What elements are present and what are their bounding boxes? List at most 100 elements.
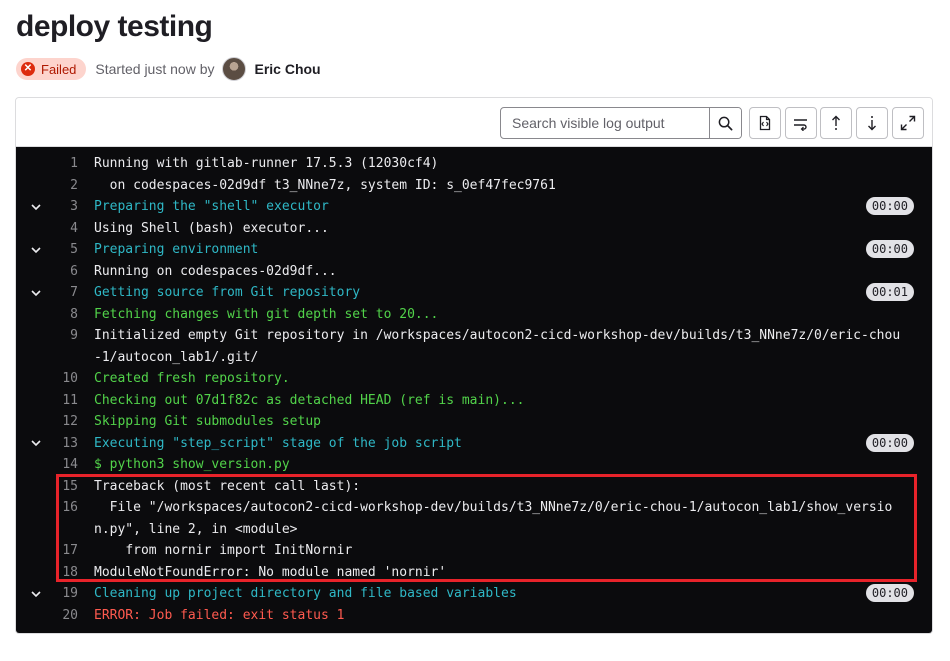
show-raw-button[interactable] (749, 107, 781, 139)
line-number[interactable]: 7 (56, 282, 78, 304)
log-line-text: from nornir import InitNornir (94, 543, 353, 558)
log-line-text: Skipping Git submodules setup (94, 414, 321, 429)
log-gutter (16, 325, 56, 347)
scroll-top-icon (832, 115, 840, 130)
log-gutter (16, 411, 56, 433)
section-duration-badge: 00:00 (865, 197, 914, 215)
search-icon (718, 116, 733, 130)
log-line-text: Running on codespaces-02d9df... (94, 263, 337, 279)
page-title: deploy testing (16, 10, 213, 43)
scroll-to-bottom-button[interactable] (856, 107, 888, 139)
section-header-text: Preparing the "shell" executor (94, 199, 329, 214)
line-number[interactable]: 8 (56, 304, 78, 326)
chevron-down-icon (31, 591, 41, 597)
status-badge[interactable]: ✕ Failed (16, 58, 87, 80)
section-toggle-button[interactable] (16, 196, 56, 218)
job-log: 1 Running with gitlab-runner 17.5.3 (1203… (16, 147, 932, 633)
log-gutter (16, 562, 56, 584)
log-line[interactable]: 13 Executing "step_script" stage of the j… (16, 433, 932, 455)
log-gutter (16, 153, 56, 175)
log-line: 12 Skipping Git submodules setup (16, 411, 932, 433)
log-line-text: $ python3 show_version.py (94, 457, 290, 472)
chevron-down-icon (31, 247, 41, 253)
log-line-text: File "/workspaces/autocon2-cicd-workshop… (94, 500, 893, 537)
log-line-text: Running with gitlab-runner 17.5.3 (12030… (94, 156, 439, 171)
avatar[interactable] (222, 57, 247, 81)
line-number[interactable]: 10 (56, 368, 78, 390)
log-gutter (16, 175, 56, 197)
log-line: 17 from nornir import InitNornir (16, 540, 932, 562)
search-button[interactable] (709, 108, 741, 138)
chevron-down-icon (31, 290, 41, 296)
line-number[interactable]: 13 (56, 433, 78, 455)
section-duration-badge: 00:00 (865, 240, 914, 258)
section-toggle-button[interactable] (16, 583, 56, 605)
log-line-text: Traceback (most recent call last): (94, 478, 361, 494)
line-number[interactable]: 12 (56, 411, 78, 433)
log-line-text: Initialized empty Git repository in /wor… (94, 328, 901, 365)
section-header-text: Preparing environment (94, 242, 259, 257)
log-line: 11 Checking out 07d1f82c as detached HEAD… (16, 390, 932, 412)
fullscreen-button[interactable] (892, 107, 924, 139)
log-gutter (16, 261, 56, 283)
log-line: 4 Using Shell (bash) executor... (16, 218, 932, 240)
line-number[interactable]: 9 (56, 325, 78, 368)
log-line: 1 Running with gitlab-runner 17.5.3 (1203… (16, 153, 932, 175)
log-line[interactable]: 19 Cleaning up project directory and file… (16, 583, 932, 605)
section-toggle-button[interactable] (16, 239, 56, 261)
line-number[interactable]: 15 (56, 476, 78, 498)
log-gutter (16, 368, 56, 390)
log-line[interactable]: 5 Preparing environment 00:00 (16, 239, 932, 261)
log-line: 18 ModuleNotFoundError: No module named '… (16, 562, 932, 584)
log-line-text: Checking out 07d1f82c as detached HEAD (… (94, 392, 525, 408)
log-line: 20 ERROR: Job failed: exit status 1 (16, 605, 932, 627)
log-line: 16 File "/workspaces/autocon2-cicd-works… (16, 497, 932, 540)
section-header-text: Executing "step_script" stage of the job… (94, 435, 462, 451)
line-number[interactable]: 17 (56, 540, 78, 562)
author-name[interactable]: Eric Chou (254, 61, 320, 77)
log-line-text: ModuleNotFoundError: No module named 'no… (94, 564, 447, 580)
section-toggle-button[interactable] (16, 433, 56, 455)
log-line: 15 Traceback (most recent call last): (16, 476, 932, 498)
log-gutter (16, 390, 56, 412)
line-number[interactable]: 20 (56, 605, 78, 627)
line-number[interactable]: 1 (56, 153, 78, 175)
log-line[interactable]: 7 Getting source from Git repository 00:01 (16, 282, 932, 304)
log-gutter (16, 476, 56, 498)
line-number[interactable]: 14 (56, 454, 78, 476)
line-number[interactable]: 2 (56, 175, 78, 197)
started-text: Started just now by (95, 61, 215, 77)
chevron-down-icon (31, 204, 41, 210)
log-search (500, 107, 742, 139)
log-line: 10 Created fresh repository. (16, 368, 932, 390)
raw-file-icon (759, 115, 771, 131)
line-number[interactable]: 4 (56, 218, 78, 240)
line-number[interactable]: 5 (56, 239, 78, 261)
scroll-to-top-button[interactable] (820, 107, 852, 139)
status-badge-label: Failed (41, 61, 77, 77)
log-line-text: Created fresh repository. (94, 371, 290, 386)
log-gutter (16, 540, 56, 562)
section-duration-badge: 00:00 (865, 584, 914, 602)
section-header-text: Getting source from Git repository (94, 285, 361, 300)
search-input[interactable] (501, 108, 709, 138)
line-number[interactable]: 6 (56, 261, 78, 283)
log-gutter (16, 304, 56, 326)
line-number[interactable]: 11 (56, 390, 78, 412)
log-line-text: Using Shell (bash) executor... (94, 220, 329, 236)
wrap-lines-button[interactable] (785, 107, 817, 139)
line-number[interactable]: 18 (56, 562, 78, 584)
log-line-text: on codespaces-02d9df t3_NNne7z, system I… (94, 177, 556, 193)
log-line: 14 $ python3 show_version.py (16, 454, 932, 476)
log-line[interactable]: 3 Preparing the "shell" executor 00:00 (16, 196, 932, 218)
log-line: 2 on codespaces-02d9df t3_NNne7z, system… (16, 175, 932, 197)
log-line-text: ERROR: Job failed: exit status 1 (94, 607, 345, 623)
log-line: 6 Running on codespaces-02d9df... (16, 261, 932, 283)
section-toggle-button[interactable] (16, 282, 56, 304)
line-number[interactable]: 19 (56, 583, 78, 605)
wrap-lines-icon (794, 119, 807, 131)
log-line: 8 Fetching changes with git depth set to … (16, 304, 932, 326)
failed-icon: ✕ (21, 62, 35, 76)
line-number[interactable]: 16 (56, 497, 78, 540)
line-number[interactable]: 3 (56, 196, 78, 218)
